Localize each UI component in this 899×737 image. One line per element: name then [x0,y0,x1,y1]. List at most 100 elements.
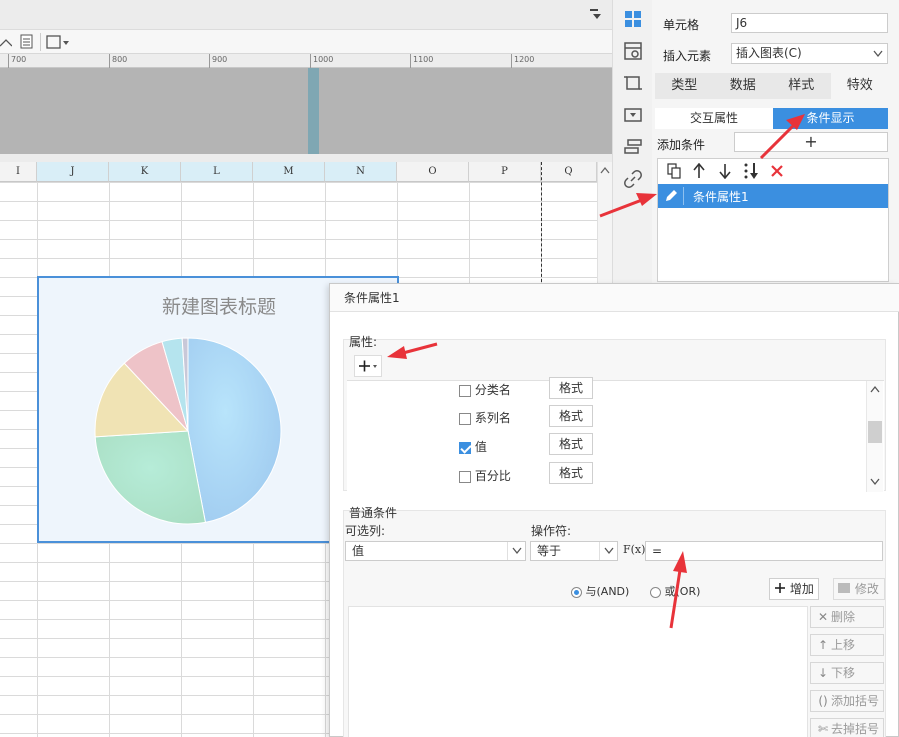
copy-icon[interactable] [667,163,681,182]
close-icon: ✕ [817,610,829,624]
column-header[interactable]: I [0,162,37,182]
scroll-up-icon[interactable] [870,385,880,393]
column-header-selected[interactable]: J [37,162,109,182]
horizontal-ruler: 700 800 900 1000 1100 1200 [0,54,612,68]
value-input[interactable]: = [645,541,883,561]
tab-data[interactable]: 数据 [714,73,773,99]
subtab-condition-display[interactable]: 条件显示 [773,108,888,129]
column-header-selected[interactable]: K [109,162,181,182]
add-condition-rule-button[interactable]: 增加 [769,578,819,600]
property-item[interactable]: 分类名 [459,381,511,398]
property-scrollbar[interactable] [866,381,883,492]
column-header-selected[interactable]: M [253,162,325,182]
ruler-tick: 1100 [410,54,433,68]
operator-select[interactable]: 等于 [530,541,618,561]
remove-bracket-button[interactable]: ✄ 去掉括号 [810,718,884,737]
or-radio-label: 或(OR) [664,585,701,598]
edit-pencil-icon[interactable] [662,187,680,205]
property-checkbox[interactable] [459,384,471,397]
formula-icon[interactable]: F(x) [623,541,645,561]
chevron-down-icon[interactable] [507,542,525,560]
property-item-label: 百分比 [474,469,511,483]
property-item[interactable]: 百分比 [459,467,511,484]
property-checkbox-checked[interactable] [459,441,471,454]
scroll-down-icon[interactable] [870,478,880,486]
panel-tabs: 类型 数据 样式 特效 [655,73,889,99]
cell-element-icon[interactable] [624,10,642,28]
scroll-up-icon[interactable] [600,166,610,174]
widget-icon[interactable] [624,106,642,124]
move-up-label: 上移 [831,638,856,652]
crop-icon[interactable] [624,74,642,92]
modify-icon [838,583,850,593]
column-select[interactable]: 值 [345,541,526,561]
hyperlink-list-icon[interactable] [624,138,642,156]
tab-effects[interactable]: 特效 [830,73,889,99]
tab-type[interactable]: 类型 [655,73,714,99]
column-header-selected[interactable]: N [325,162,397,182]
chevron-down-icon[interactable] [599,542,617,560]
insert-element-select[interactable]: 插入图表(C) [731,43,888,64]
page-break-line [541,162,542,282]
add-bracket-button[interactable]: () 添加括号 [810,690,884,712]
sheet-toolbar [0,30,612,54]
move-down-label: 下移 [831,666,856,680]
radio[interactable] [650,586,661,598]
cell-attribute-icon[interactable] [624,42,642,60]
scrollbar-thumb[interactable] [868,421,882,443]
add-condition-label: 添加条件 [657,138,706,152]
column-header[interactable]: O [397,162,469,182]
condition-item-label: 条件属性1 [693,190,749,204]
move-up-rule-button[interactable]: ↑ 上移 [810,634,884,656]
modify-button-label: 修改 [854,582,879,596]
property-checkbox[interactable] [459,470,471,483]
pie-slice [187,337,282,523]
border-tool-icon[interactable] [46,34,70,53]
delete-icon[interactable] [770,164,784,181]
link-icon[interactable] [624,170,642,188]
property-item[interactable]: 系列名 [459,409,511,426]
radio-selected[interactable] [571,586,582,598]
dropdown-corner-icon[interactable] [588,7,602,24]
column-header-selected[interactable]: L [181,162,253,182]
subtab-interactive-properties[interactable]: 交互属性 [655,108,773,129]
format-button[interactable]: 格式 [549,462,593,484]
move-up-icon[interactable] [693,162,705,182]
condition-rule-list[interactable] [348,606,808,737]
move-down-icon[interactable] [719,163,731,182]
format-button[interactable]: 格式 [549,405,593,427]
add-property-button[interactable] [354,355,382,377]
sort-down-icon[interactable] [743,162,759,183]
property-item-label: 分类名 [474,383,511,397]
insert-element-label: 插入元素 [663,49,712,63]
pie-slice [94,430,207,525]
condition-item-selected[interactable]: 条件属性1 [658,184,888,208]
optional-column-label: 可选列: [345,524,386,538]
remove-bracket-icon: ✄ [817,722,829,736]
property-item[interactable]: 值 [459,438,487,455]
move-down-rule-button[interactable]: ↓ 下移 [810,662,884,684]
add-condition-button[interactable]: + [734,132,888,152]
or-radio[interactable]: 或(OR) [650,583,700,599]
property-checkbox[interactable] [459,412,471,425]
plus-icon [775,583,785,593]
condition-property-dialog: 条件属性1 属性: 分类名 格式 系列名 格式 值 格式 百分比 格式 普通条件… [329,283,899,737]
toolbar-divider [40,33,41,51]
canvas-gap [0,154,612,162]
operator-label: 操作符: [531,524,572,538]
column-header[interactable]: Q [541,162,597,182]
format-button[interactable]: 格式 [549,377,593,399]
delete-rule-label: 删除 [831,610,856,624]
format-button[interactable]: 格式 [549,433,593,455]
chevron-down-icon[interactable] [869,44,887,63]
column-header[interactable]: P [469,162,541,182]
canvas-area [0,68,612,154]
curve-tool-icon[interactable] [0,34,13,53]
cell-field[interactable]: J6 [731,13,888,33]
modify-button[interactable]: 修改 [833,578,885,600]
and-radio[interactable]: 与(AND) [571,583,629,599]
document-icon[interactable] [20,34,34,53]
tab-style[interactable]: 样式 [772,73,831,99]
delete-rule-button[interactable]: ✕ 删除 [810,606,884,628]
ruler-tick: 1200 [511,54,534,68]
